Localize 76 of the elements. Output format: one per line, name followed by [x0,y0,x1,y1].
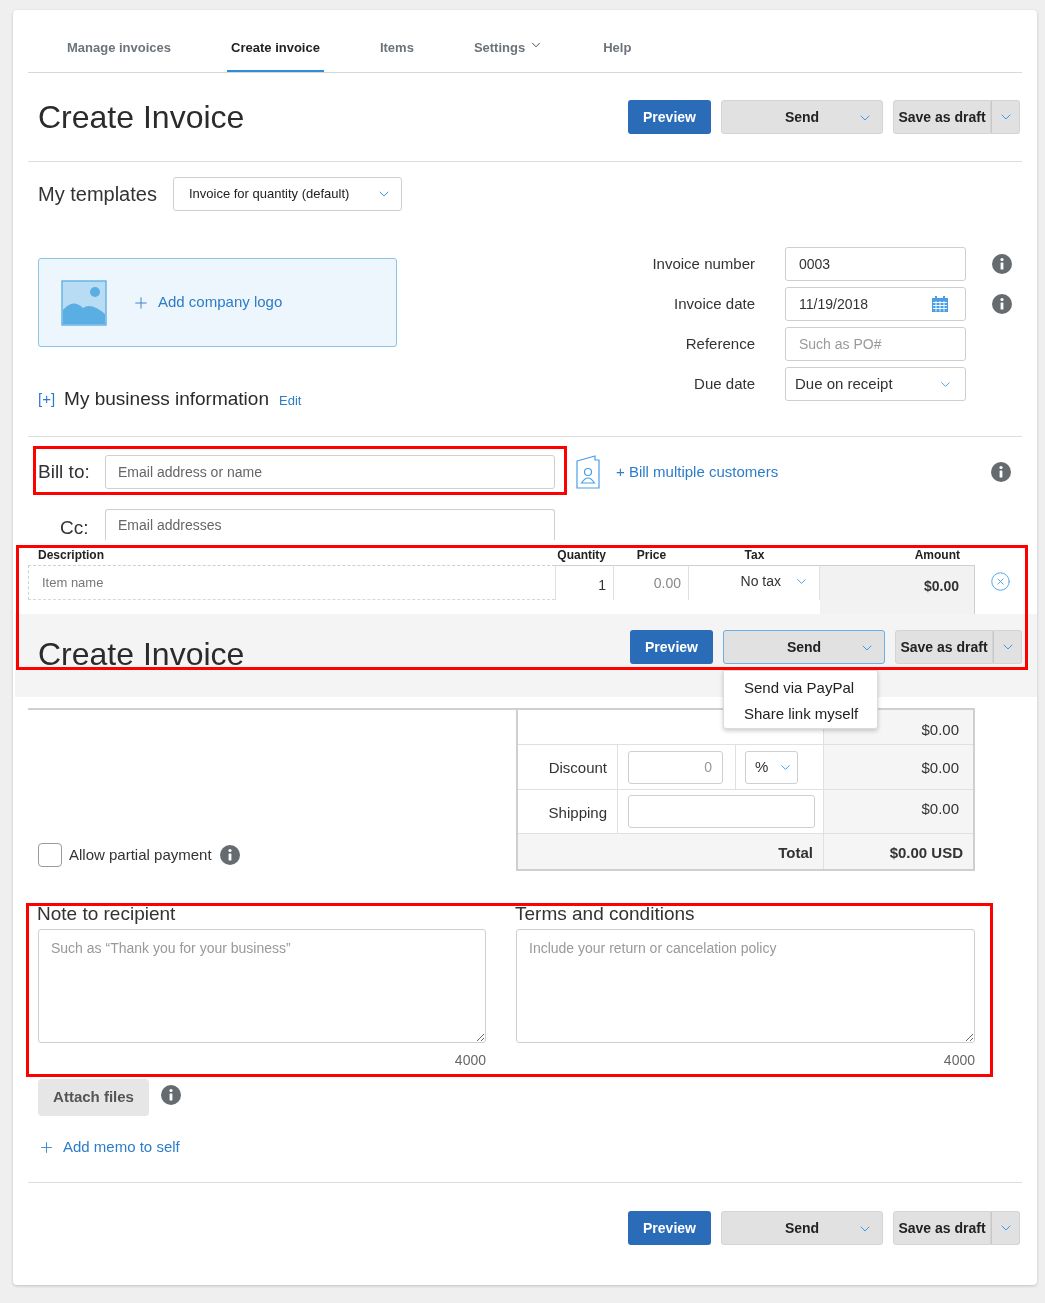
send-button[interactable]: Send [723,630,885,664]
info-icon [991,462,1011,482]
save-options-button[interactable] [993,630,1022,664]
send-button[interactable]: Send [721,100,883,134]
preview-button[interactable]: Preview [628,100,711,134]
business-info-label: My business information [64,387,269,411]
attach-files-button[interactable]: Attach files [38,1079,149,1116]
section-label: Terms and conditions [515,902,696,926]
save-options-button[interactable] [991,1211,1020,1245]
text-area[interactable]: Include your return or cancelation policy [516,929,975,1043]
discount-amount: $0.00 [824,745,973,789]
cc-label: Cc: [59,515,90,540]
field-label: Invoice number [651,253,755,274]
discount-field[interactable]: 0 [628,750,723,784]
text-field[interactable]: 0003 [785,247,966,281]
nav-tab[interactable]: Manage invoices [63,37,176,72]
info-icon [992,254,1012,274]
nav-tab[interactable]: Items [375,37,418,72]
partial-payment-label: Allow partial payment [69,844,212,865]
bill-to-label: Bill to: [38,459,91,484]
edit-link[interactable]: Edit [279,391,302,411]
calendar-icon [931,295,949,313]
preview-button[interactable]: Preview [628,1211,711,1245]
info-icon [992,294,1012,314]
amount-cell: $0.00 [820,565,975,614]
expand-toggle[interactable]: [+] [38,388,56,411]
shipping-label: Shipping [518,790,618,833]
partial-payment-checkbox[interactable] [38,843,62,867]
column-header: Price [635,547,668,564]
column-header: Tax [743,547,766,564]
templates-label: My templates [38,182,157,207]
field-label: Invoice date [673,293,755,314]
date-field[interactable]: 11/19/2018 [785,287,966,321]
quantity-cell[interactable]: 1 [555,565,614,600]
save-options-button[interactable] [991,100,1020,134]
total-amount: $0.00 USD [888,843,964,863]
section-label: Note to recipient [37,902,177,926]
shipping-field[interactable] [628,795,815,828]
character-count: 4000 [454,1051,486,1070]
due-date-select[interactable]: Due on receipt [785,367,966,401]
nav-tab[interactable]: Create invoice [227,37,324,72]
discount-unit-select[interactable]: % [745,750,798,784]
shipping-amount: $0.00 [824,790,973,833]
nav-tab[interactable]: Help [599,37,636,72]
cc-field[interactable]: Email addresses [105,509,555,540]
column-header: Quantity [556,547,607,564]
field-label: Due date [693,373,755,394]
column-header: Description [37,547,105,564]
character-count: 4000 [943,1051,975,1070]
page-title: Create Invoice [38,98,245,137]
text-field[interactable]: Such as PO# [785,327,966,361]
contact-card-icon [576,455,600,489]
add-memo-link[interactable]: Add memo to self [38,1136,180,1159]
remove-icon[interactable] [990,571,1011,592]
info-icon [219,845,240,865]
field-label: Reference [684,333,755,354]
add-logo-area[interactable]: Add company logo [38,258,397,347]
price-field[interactable]: 0.00 [614,565,689,600]
info-icon [161,1084,181,1105]
nav-tab[interactable]: Settings [469,37,548,72]
discount-label: Discount [518,745,618,789]
save-draft-button[interactable]: Save as draft [893,1211,991,1245]
sticky-page-title: Create Invoice [38,635,245,674]
save-draft-button[interactable]: Save as draft [895,630,993,664]
template-select[interactable]: Invoice for quantity (default) [172,177,402,211]
preview-button[interactable]: Preview [630,630,713,664]
bill-multiple-link[interactable]: + Bill multiple customers [616,460,779,484]
column-header: Amount [913,547,961,564]
item-name-field[interactable]: Item name [28,565,555,600]
text-area[interactable]: Such as “Thank you for your business” [38,929,486,1043]
menu-item[interactable]: Send via PayPal [724,675,877,701]
save-draft-button[interactable]: Save as draft [893,100,991,134]
image-icon [61,279,107,326]
send-button[interactable]: Send [721,1211,883,1245]
bill-to-field[interactable]: Email address or name [105,455,555,489]
total-label: Total [518,834,824,869]
